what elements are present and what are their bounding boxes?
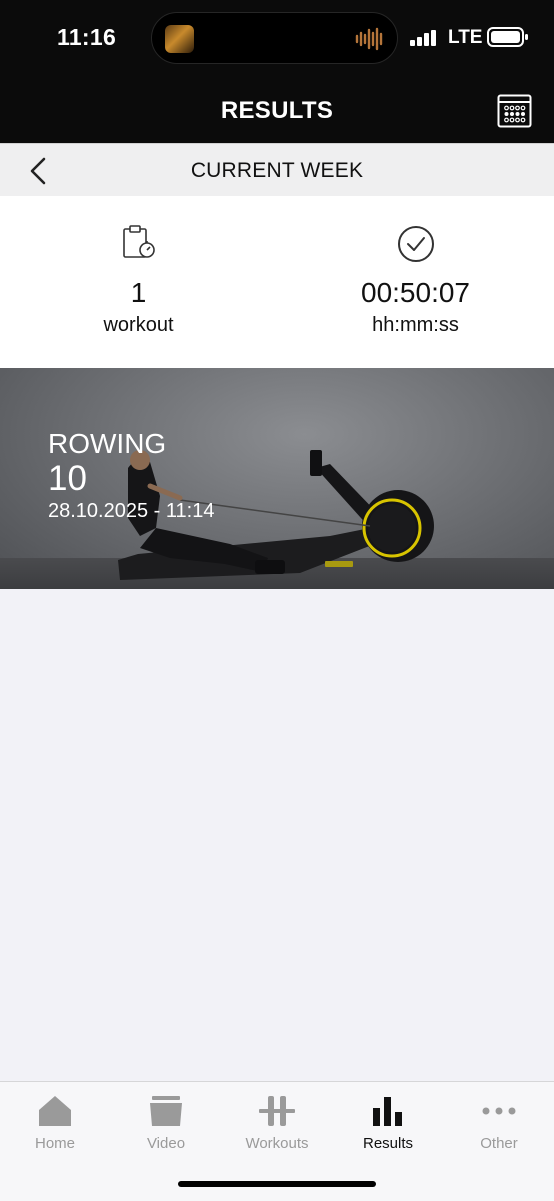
- battery-icon: [487, 27, 528, 47]
- result-card-rowing[interactable]: ROWING 10 28.10.2025 - 11:14: [0, 368, 554, 589]
- more-dots-icon: [482, 1107, 516, 1115]
- results-list-empty-area: [0, 589, 554, 1081]
- tab-label-video: Video: [146, 1135, 186, 1152]
- status-bar: 11:16 LTE: [0, 0, 554, 80]
- cellular-signal-icon: [410, 30, 436, 46]
- check-circle-icon: [397, 226, 434, 262]
- tab-label-other: Other: [480, 1135, 518, 1152]
- workout-count-stat: 1 workout: [0, 196, 277, 368]
- bar-chart-icon: [373, 1097, 402, 1126]
- tab-video[interactable]: Video: [111, 1082, 221, 1162]
- duration-unit: hh:mm:ss: [372, 314, 459, 336]
- tab-label-workouts: Workouts: [245, 1135, 309, 1152]
- dynamic-island[interactable]: [151, 12, 398, 64]
- status-time: 11:16: [57, 24, 117, 50]
- clipboard-timer-icon: [122, 225, 155, 258]
- tab-label-home: Home: [34, 1135, 75, 1152]
- tab-workouts[interactable]: Workouts: [222, 1082, 332, 1162]
- workout-count-value: 1: [130, 277, 147, 308]
- weekly-summary: 1 workout 00:50:07 hh:mm:ss: [0, 196, 554, 368]
- workout-count-unit: workout: [103, 314, 174, 336]
- tab-home[interactable]: Home: [0, 1082, 110, 1162]
- audio-waveform-icon: [355, 27, 383, 51]
- home-icon: [39, 1096, 71, 1126]
- duration-value: 00:50:07: [361, 277, 470, 308]
- home-indicator: [178, 1181, 376, 1187]
- video-folder-icon: [150, 1096, 182, 1126]
- now-playing-artwork: [165, 25, 194, 53]
- barbell-icon: [259, 1096, 295, 1126]
- calendar-icon[interactable]: [497, 94, 532, 128]
- week-title: CURRENT WEEK: [190, 159, 364, 182]
- result-card-text: ROWING 10 28.10.2025 - 11:14: [48, 428, 214, 524]
- week-navigation-bar: CURRENT WEEK: [0, 143, 554, 197]
- tab-label-results: Results: [362, 1135, 414, 1152]
- result-name: ROWING: [48, 428, 167, 459]
- result-value: 10: [48, 459, 87, 498]
- page-title: RESULTS: [220, 97, 334, 124]
- tab-other[interactable]: Other: [444, 1082, 554, 1162]
- duration-stat: 00:50:07 hh:mm:ss: [277, 196, 554, 368]
- tab-results[interactable]: Results: [333, 1082, 443, 1162]
- app-header: RESULTS: [0, 80, 554, 143]
- network-type: LTE: [448, 27, 483, 48]
- result-date: 28.10.2025 - 11:14: [48, 500, 215, 522]
